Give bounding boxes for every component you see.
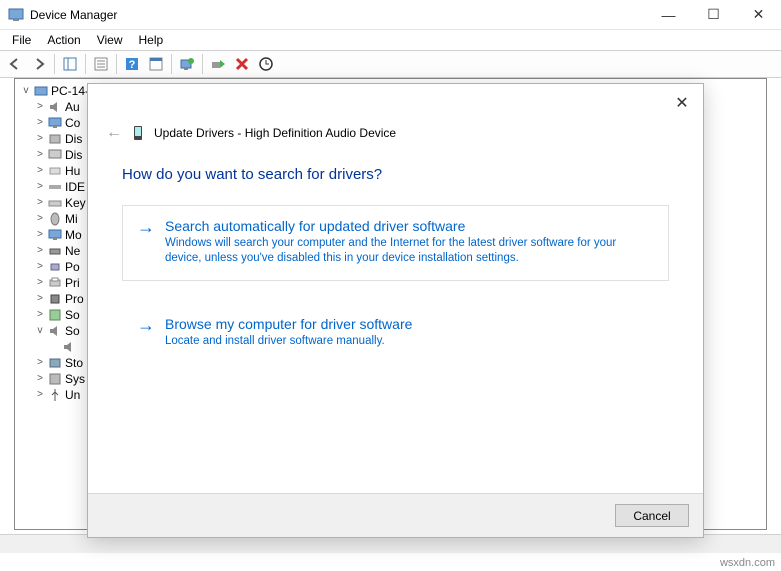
mouse-icon bbox=[47, 211, 63, 227]
dialog-footer: Cancel bbox=[88, 493, 703, 537]
svg-text:?: ? bbox=[129, 59, 136, 71]
monitor-icon bbox=[47, 227, 63, 243]
option-description: Windows will search your computer and th… bbox=[165, 236, 654, 266]
dialog-back-icon: ← bbox=[106, 124, 122, 142]
disk-icon bbox=[47, 131, 63, 147]
scan-hardware-button[interactable] bbox=[255, 53, 277, 75]
menu-help[interactable]: Help bbox=[131, 31, 172, 49]
watermark: wsxdn.com bbox=[720, 557, 775, 569]
dialog-close-button[interactable]: ✕ bbox=[667, 90, 697, 116]
arrow-right-icon: → bbox=[137, 316, 155, 349]
menubar: File Action View Help bbox=[0, 30, 781, 50]
separator bbox=[202, 54, 203, 74]
dialog-title: Update Drivers - High Definition Audio D… bbox=[154, 126, 396, 140]
separator bbox=[54, 54, 55, 74]
option-description: Locate and install driver software manua… bbox=[165, 334, 412, 349]
menu-action[interactable]: Action bbox=[39, 31, 88, 49]
network-icon bbox=[47, 243, 63, 259]
storage-icon bbox=[47, 355, 63, 371]
uninstall-button[interactable] bbox=[231, 53, 253, 75]
minimize-button[interactable]: — bbox=[646, 0, 691, 29]
update-drivers-dialog: ✕ ← Update Drivers - High Definition Aud… bbox=[87, 83, 704, 538]
arrow-right-icon: → bbox=[137, 218, 155, 266]
speaker-icon bbox=[47, 323, 63, 339]
app-icon bbox=[8, 7, 24, 23]
option-search-automatically[interactable]: → Search automatically for updated drive… bbox=[122, 205, 669, 281]
menu-view[interactable]: View bbox=[89, 31, 131, 49]
window-title: Device Manager bbox=[30, 8, 646, 22]
printer-icon bbox=[47, 275, 63, 291]
toolbar: ? bbox=[0, 50, 781, 78]
properties-button[interactable] bbox=[90, 53, 112, 75]
close-button[interactable]: ✕ bbox=[736, 0, 781, 29]
option-browse-computer[interactable]: → Browse my computer for driver software… bbox=[122, 303, 669, 364]
dialog-header: ← Update Drivers - High Definition Audio… bbox=[88, 84, 703, 150]
usb-icon bbox=[47, 387, 63, 403]
dialog-prompt: How do you want to search for drivers? bbox=[88, 150, 703, 193]
separator bbox=[85, 54, 86, 74]
hid-icon bbox=[47, 163, 63, 179]
system-icon bbox=[47, 371, 63, 387]
update-driver-button[interactable] bbox=[176, 53, 198, 75]
menu-file[interactable]: File bbox=[4, 31, 39, 49]
display-icon bbox=[47, 147, 63, 163]
keyboard-icon bbox=[47, 195, 63, 211]
cancel-button[interactable]: Cancel bbox=[615, 504, 689, 527]
action-sheet-button[interactable] bbox=[145, 53, 167, 75]
nav-back-button[interactable] bbox=[4, 53, 26, 75]
speaker-icon bbox=[47, 99, 63, 115]
maximize-button[interactable]: ☐ bbox=[691, 0, 736, 29]
option-title: Browse my computer for driver software bbox=[165, 316, 412, 332]
show-hide-tree-button[interactable] bbox=[59, 53, 81, 75]
ide-icon bbox=[47, 179, 63, 195]
titlebar: Device Manager — ☐ ✕ bbox=[0, 0, 781, 30]
port-icon bbox=[47, 259, 63, 275]
option-title: Search automatically for updated driver … bbox=[165, 218, 654, 234]
nav-forward-button[interactable] bbox=[28, 53, 50, 75]
help-button[interactable]: ? bbox=[121, 53, 143, 75]
cpu-icon bbox=[47, 291, 63, 307]
separator bbox=[116, 54, 117, 74]
device-icon bbox=[130, 125, 146, 141]
software-icon bbox=[47, 307, 63, 323]
monitor-icon bbox=[47, 115, 63, 131]
enable-device-button[interactable] bbox=[207, 53, 229, 75]
separator bbox=[171, 54, 172, 74]
